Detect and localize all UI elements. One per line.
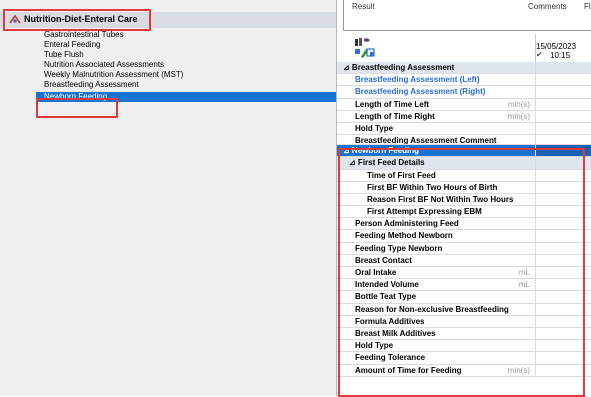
result-flag-icon: ✔: [536, 50, 543, 59]
row-label: ⊿ Breastfeeding Assessment: [343, 63, 455, 72]
selected-item-highlight-box: [36, 98, 118, 118]
section-item[interactable]: Breastfeeding Assessment: [44, 80, 139, 90]
section-row[interactable]: ⊿ Breastfeeding Assessment: [337, 62, 591, 75]
row-label: Length of Time Right: [355, 111, 435, 121]
assessment-row[interactable]: Breastfeeding Assessment (Left): [337, 74, 591, 87]
grid-tools-icon[interactable]: [354, 37, 376, 61]
section-item[interactable]: Enteral Feeding: [44, 40, 100, 50]
value-cell[interactable]: [535, 62, 591, 74]
newborn-feeding-highlight-box: [338, 148, 585, 397]
value-cell[interactable]: [535, 98, 591, 110]
category-highlight-box: [3, 9, 151, 31]
flag-header: Fl: [584, 2, 591, 11]
result-header: Result: [352, 2, 375, 11]
value-cell[interactable]: [535, 110, 591, 122]
section-item[interactable]: Tube Flush: [44, 50, 84, 60]
comments-header: Comments: [528, 2, 567, 11]
row-label: Breastfeeding Assessment (Right): [355, 87, 486, 97]
documentation-grid-panel: Result Comments Fl 15/05/2023 ✔ 10:15 ⊿ …: [336, 0, 591, 397]
value-cell[interactable]: [535, 122, 591, 135]
assessment-row[interactable]: Length of Time Right min(s): [337, 110, 591, 123]
result-comments-box: Result Comments Fl: [343, 0, 591, 31]
band-navigator-panel: Nutrition-Diet-Enteral Care Gastrointest…: [0, 0, 336, 396]
row-unit: min(s): [507, 99, 530, 109]
row-label: Length of Time Left: [355, 99, 430, 109]
row-label: Breastfeeding Assessment (Left): [355, 75, 480, 85]
section-item[interactable]: Gastrointestinal Tubes: [44, 30, 124, 40]
date-column-header[interactable]: 15/05/2023 ✔ 10:15: [535, 34, 591, 62]
grid-header: 15/05/2023 ✔ 10:15: [337, 34, 591, 62]
section-item[interactable]: Nutrition Associated Assessments: [44, 60, 164, 70]
value-cell[interactable]: [535, 135, 591, 145]
assessment-row[interactable]: Length of Time Left min(s): [337, 98, 591, 111]
value-cell[interactable]: [535, 86, 591, 98]
value-cell[interactable]: [535, 74, 591, 86]
assessment-row[interactable]: Breastfeeding Assessment Comment: [337, 135, 591, 146]
column-time: 10:15: [550, 51, 571, 60]
row-label: Hold Type: [355, 123, 394, 133]
assessment-row[interactable]: Breastfeeding Assessment (Right): [337, 86, 591, 99]
assessment-row[interactable]: Hold Type: [337, 122, 591, 136]
row-label: Breastfeeding Assessment Comment: [355, 136, 497, 146]
row-unit: min(s): [507, 111, 530, 121]
section-item[interactable]: Weekly Malnutrition Assessment (MST): [44, 70, 183, 80]
